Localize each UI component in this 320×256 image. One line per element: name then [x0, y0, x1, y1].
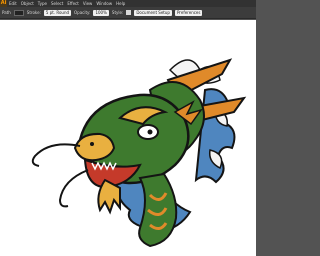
whisker-upper [31, 143, 81, 167]
dragon-illustration [31, 58, 247, 248]
menu-bar: Ai Edit Object Type Select Effect View W… [0, 0, 256, 7]
fill-swatch[interactable] [13, 9, 24, 16]
options-bar: Path Stroke: 5 pt. Round Opacity: 100% S… [0, 7, 256, 19]
brush-dropdown[interactable]: 5 pt. Round [43, 9, 72, 16]
eye-pupil [147, 129, 153, 135]
document-setup-button[interactable]: Document Setup [134, 9, 172, 16]
neck [138, 172, 178, 248]
style-label: Style: [111, 10, 124, 15]
snout [73, 132, 116, 162]
stroke-label: Stroke: [26, 10, 41, 15]
menu-type[interactable]: Type [36, 0, 49, 7]
preferences-button[interactable]: Preferences [174, 9, 203, 16]
menu-effect[interactable]: Effect [65, 0, 81, 7]
menu-window[interactable]: Window [94, 0, 114, 7]
opacity-field[interactable]: 100% [93, 9, 109, 16]
menu-select[interactable]: Select [49, 0, 65, 7]
whisker-lower [58, 169, 89, 208]
menu-view[interactable]: View [81, 0, 95, 7]
mode-label: Path [2, 10, 11, 15]
artboard[interactable] [0, 20, 256, 256]
nostril [90, 142, 94, 146]
menu-object[interactable]: Object [19, 0, 36, 7]
opacity-label: Opacity: [74, 10, 91, 15]
menu-help[interactable]: Help [114, 0, 127, 7]
app-logo: Ai [0, 0, 7, 7]
menu-edit[interactable]: Edit [7, 0, 19, 7]
style-swatch[interactable] [126, 10, 132, 15]
